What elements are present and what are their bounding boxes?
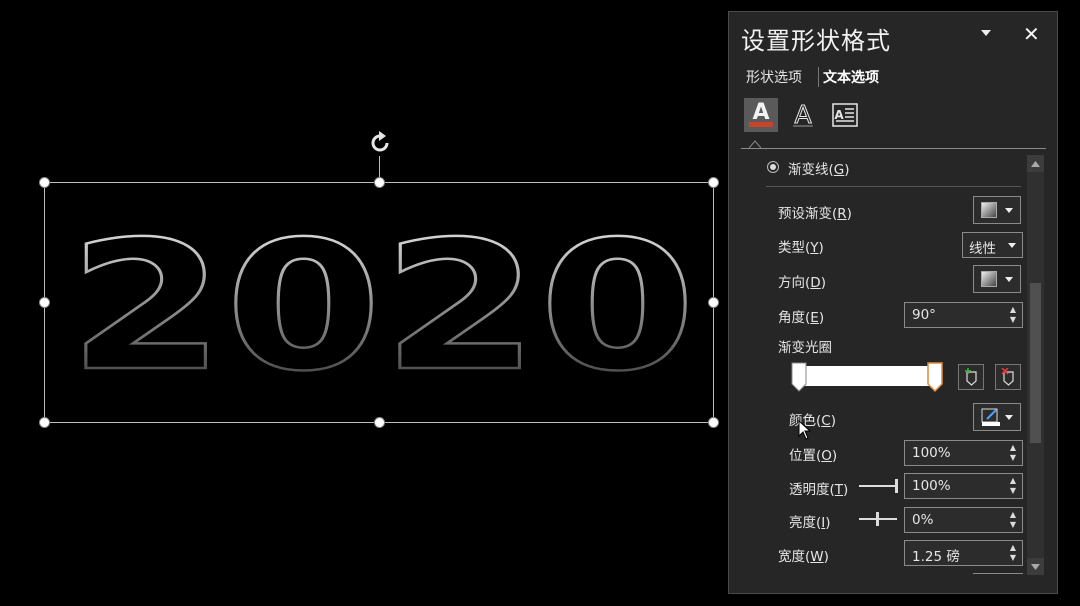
transparency-slider-thumb[interactable] <box>895 479 898 493</box>
outline-color-pen-icon <box>981 408 1000 426</box>
resize-handle-right[interactable] <box>708 297 719 308</box>
type-select-value: 线性 <box>969 241 996 257</box>
wordart-text[interactable]: 2020 <box>62 226 702 382</box>
direction-button[interactable] <box>973 265 1021 293</box>
transparency-spinner[interactable]: 100% ▲ ▼ <box>904 473 1023 499</box>
wordart-text-glyphs: 2020 <box>68 226 696 382</box>
add-gradient-stop-icon[interactable] <box>958 364 984 390</box>
selected-tab-caret-icon <box>749 140 761 149</box>
slide-canvas[interactable]: 2020 <box>0 0 728 606</box>
resize-handle-bottom-left[interactable] <box>39 417 50 428</box>
resize-handle-bottom[interactable] <box>374 417 385 428</box>
angle-label: 角度(E) <box>778 310 825 326</box>
svg-text:A: A <box>834 108 844 122</box>
position-value: 100% <box>912 445 951 461</box>
pane-scrollbar[interactable] <box>1027 155 1044 575</box>
pane-options-dropdown-icon[interactable] <box>981 30 991 36</box>
resize-handle-left[interactable] <box>39 297 50 308</box>
chevron-down-icon <box>1005 277 1013 282</box>
format-shape-pane: 设置形状格式 ✕ 形状选项 文本选项 A A A 渐变线(G) 预设渐变(R) … <box>728 11 1058 594</box>
resize-handle-top-left[interactable] <box>39 177 50 188</box>
text-fill-outline-icon[interactable]: A <box>744 98 778 132</box>
scroll-up-icon[interactable] <box>1027 155 1044 172</box>
tab-shape-options[interactable]: 形状选项 <box>746 67 802 87</box>
brightness-value: 0% <box>912 512 934 528</box>
width-spinner[interactable]: 1.25 磅 ▲ ▼ <box>904 540 1023 566</box>
section-divider <box>766 186 1021 187</box>
pane-title: 设置形状格式 <box>741 27 891 55</box>
gradient-swatch-icon <box>981 202 997 218</box>
transparency-value: 100% <box>912 478 951 494</box>
svg-text:A: A <box>794 100 811 129</box>
brightness-slider-thumb[interactable] <box>876 512 879 526</box>
chevron-down-icon <box>1005 415 1013 420</box>
width-label: 宽度(W) <box>778 549 829 565</box>
radio-dot <box>770 164 776 170</box>
brightness-spinner[interactable]: 0% ▲ ▼ <box>904 507 1023 533</box>
close-icon[interactable]: ✕ <box>1023 22 1040 46</box>
transparency-slider[interactable] <box>859 485 897 487</box>
gradient-stop-right-selected[interactable] <box>927 362 943 392</box>
gradient-stops-label: 渐变光圈 <box>778 340 832 356</box>
width-value: 1.25 磅 <box>912 549 960 565</box>
direction-label: 方向(D) <box>778 275 826 291</box>
rotate-handle-icon[interactable] <box>365 128 395 158</box>
spinner-arrows-icon[interactable]: ▲ ▼ <box>1010 476 1016 496</box>
gradient-stops-bar[interactable] <box>801 366 935 386</box>
color-picker-button[interactable] <box>973 403 1021 431</box>
preset-gradient-button[interactable] <box>973 196 1021 224</box>
text-effects-icon[interactable]: A <box>786 98 820 132</box>
tab-text-options[interactable]: 文本选项 <box>823 67 879 87</box>
textbox-icon[interactable]: A <box>828 98 862 132</box>
spinner-arrows-icon[interactable]: ▲ ▼ <box>1010 305 1016 325</box>
preset-gradient-label: 预设渐变(R) <box>778 206 852 222</box>
chevron-down-icon <box>1008 243 1016 248</box>
spinner-arrows-icon[interactable]: ▲ ▼ <box>1010 510 1016 530</box>
resize-handle-bottom-right[interactable] <box>708 417 719 428</box>
mouse-pointer-icon <box>798 420 812 440</box>
color-label: 颜色(C) <box>789 413 836 429</box>
spinner-arrows-icon[interactable]: ▲ ▼ <box>1010 543 1016 563</box>
brightness-label: 亮度(I) <box>789 515 831 531</box>
chevron-down-icon <box>1005 208 1013 213</box>
gradient-line-label: 渐变线(G) <box>788 162 850 178</box>
direction-swatch-icon <box>981 271 997 287</box>
angle-spinner[interactable]: 90° ▲ ▼ <box>904 302 1023 328</box>
tab-separator <box>818 67 819 87</box>
gradient-stop-left[interactable] <box>791 362 807 392</box>
remove-gradient-stop-icon[interactable] <box>995 364 1021 390</box>
resize-handle-top[interactable] <box>374 177 385 188</box>
gradient-line-radio[interactable] <box>767 161 779 173</box>
scroll-thumb[interactable] <box>1030 283 1041 443</box>
tab-underline <box>741 148 1046 149</box>
svg-text:A: A <box>752 100 769 125</box>
type-label: 类型(Y) <box>778 240 824 256</box>
transparency-label: 透明度(T) <box>789 482 849 498</box>
scroll-down-icon[interactable] <box>1027 558 1044 575</box>
spinner-arrows-icon[interactable]: ▲ ▼ <box>1010 443 1016 463</box>
position-spinner[interactable]: 100% ▲ ▼ <box>904 440 1023 466</box>
position-label: 位置(O) <box>789 448 838 464</box>
type-select[interactable]: 线性 <box>962 232 1023 258</box>
resize-handle-top-right[interactable] <box>708 177 719 188</box>
angle-value: 90° <box>912 307 936 323</box>
next-control-edge <box>973 573 1023 574</box>
